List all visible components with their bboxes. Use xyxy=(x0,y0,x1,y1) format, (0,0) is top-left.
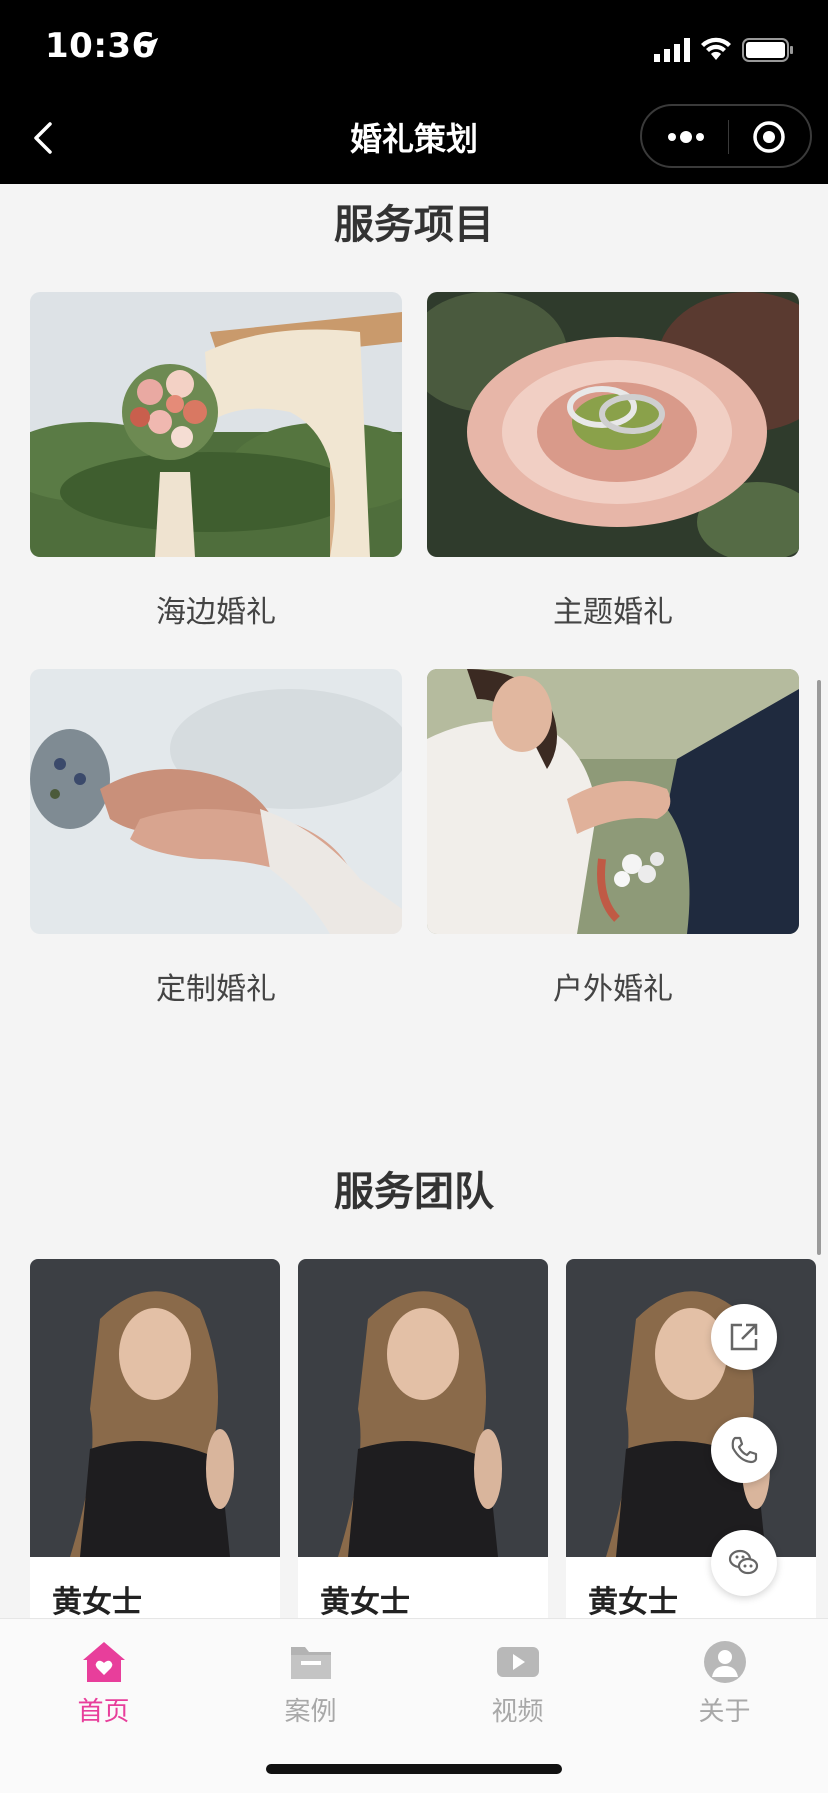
tab-home[interactable]: 首页 xyxy=(0,1629,207,1739)
service-card-beach[interactable]: 海边婚礼 xyxy=(30,292,402,631)
team-member-name: 黄女士 xyxy=(320,1585,410,1618)
video-icon xyxy=(496,1647,539,1677)
team-card[interactable]: 黄女士 xyxy=(30,1259,280,1618)
scrollbar[interactable] xyxy=(817,680,821,1255)
main-content: 服务项目 海边婚礼 主题婚礼 定制婚礼 户外婚礼 服务团队 黄女士 黄女士 黄女… xyxy=(0,184,828,1618)
team-member-name: 黄女士 xyxy=(588,1585,678,1618)
tab-label: 案例 xyxy=(284,1697,337,1727)
service-label: 海边婚礼 xyxy=(156,595,276,630)
service-label: 定制婚礼 xyxy=(156,972,276,1007)
phone-icon xyxy=(731,1436,758,1464)
home-indicator xyxy=(266,1764,562,1774)
tab-label: 关于 xyxy=(698,1697,751,1727)
close-miniprogram-icon[interactable] xyxy=(752,120,786,154)
folder-icon xyxy=(290,1647,331,1679)
service-image xyxy=(427,292,799,557)
miniprogram-capsule xyxy=(640,104,812,168)
service-card-outdoor[interactable]: 户外婚礼 xyxy=(427,669,799,1008)
service-card-custom[interactable]: 定制婚礼 xyxy=(30,669,402,1008)
more-icon[interactable] xyxy=(664,128,708,146)
cellular-signal-icon xyxy=(654,38,690,62)
tab-video[interactable]: 视频 xyxy=(414,1629,621,1739)
tab-about[interactable]: 关于 xyxy=(621,1629,828,1739)
share-icon xyxy=(730,1323,758,1351)
location-arrow-icon xyxy=(139,37,159,57)
user-icon xyxy=(703,1641,746,1683)
service-label: 户外婚礼 xyxy=(553,972,673,1007)
team-card[interactable]: 黄女士 xyxy=(298,1259,548,1618)
tab-cases[interactable]: 案例 xyxy=(207,1629,414,1739)
wifi-icon xyxy=(701,37,731,60)
team-member-photo xyxy=(298,1259,548,1557)
service-image xyxy=(30,669,402,934)
home-icon xyxy=(82,1642,125,1682)
team-member-photo xyxy=(566,1259,816,1557)
tab-label: 视频 xyxy=(491,1697,544,1727)
service-image xyxy=(427,669,799,934)
phone-button[interactable] xyxy=(711,1417,777,1483)
service-label: 主题婚礼 xyxy=(553,595,673,630)
team-card[interactable]: 黄女士 xyxy=(566,1259,816,1618)
navigation-bar: 婚礼策划 xyxy=(0,92,828,184)
team-section-title: 服务团队 xyxy=(334,1169,494,1215)
services-section-title: 服务项目 xyxy=(334,202,494,248)
team-member-name: 黄女士 xyxy=(52,1585,142,1618)
service-image xyxy=(30,292,402,557)
share-button[interactable] xyxy=(711,1304,777,1370)
service-card-theme[interactable]: 主题婚礼 xyxy=(427,292,799,631)
capsule-divider xyxy=(728,120,729,154)
battery-icon xyxy=(742,38,793,62)
team-member-photo xyxy=(30,1259,280,1557)
wechat-button[interactable] xyxy=(711,1530,777,1596)
wechat-icon xyxy=(728,1549,759,1575)
status-bar: 10:36 xyxy=(0,0,828,92)
tab-label: 首页 xyxy=(77,1697,130,1727)
